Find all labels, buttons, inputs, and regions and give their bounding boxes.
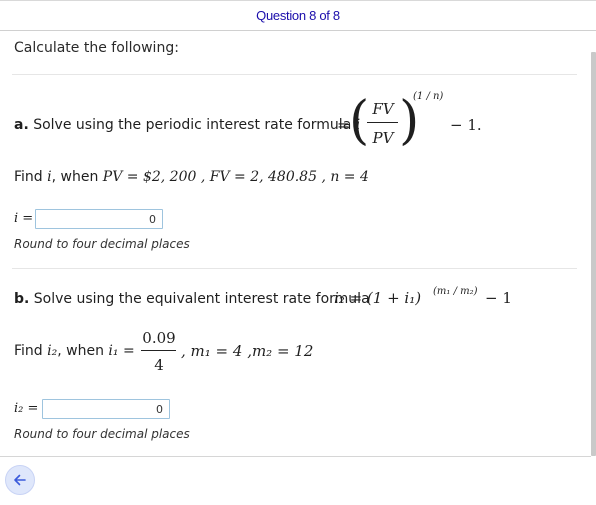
- fraction-numerator: 0.09: [142, 329, 176, 347]
- find-rest: , when: [51, 169, 99, 185]
- answer-a-input[interactable]: 0: [35, 209, 163, 229]
- find-var: i₂: [47, 343, 58, 359]
- top-border: [0, 0, 596, 1]
- fraction-denominator: PV: [372, 129, 394, 147]
- fraction-numerator: FV: [372, 100, 394, 118]
- part-b-text: Solve using the equivalent interest rate…: [33, 291, 370, 307]
- section-divider: [12, 74, 577, 75]
- arrow-left-icon: [14, 474, 26, 486]
- part-a-text: Solve using the periodic interest rate f…: [33, 117, 352, 133]
- round-note-b: Round to four decimal places: [14, 427, 190, 441]
- part-b-prompt: b. Solve using the equivalent interest r…: [14, 291, 370, 307]
- answer-b-input[interactable]: 0: [42, 399, 170, 419]
- given-values: PV = $2, 200 , FV = 2, 480.85 , n = 4: [102, 169, 369, 185]
- part-a-prompt: a. Solve using the periodic interest rat…: [14, 117, 360, 133]
- header-divider: [0, 30, 596, 31]
- answer-a-label: i =: [14, 211, 34, 226]
- find-rest: , when: [57, 343, 104, 359]
- part-b-exponent: (m₁ / m₂): [433, 286, 478, 297]
- footer-divider: [0, 456, 591, 457]
- i1-equals: i₁ =: [108, 343, 135, 359]
- part-a-label: a.: [14, 117, 29, 133]
- question-counter: Question 8 of 8: [256, 8, 340, 23]
- find-text: Find: [14, 169, 43, 185]
- scrollbar[interactable]: [591, 52, 596, 456]
- part-b-tail: − 1: [485, 289, 512, 307]
- given-values: , m₁ = 4 ,m₂ = 12: [181, 342, 314, 360]
- fraction-bar: [367, 122, 398, 123]
- part-b-formula: i₂ = (1 + i₁): [334, 289, 422, 307]
- answer-b-label: i₂ =: [14, 401, 39, 416]
- part-a-equals: =: [337, 116, 350, 134]
- round-note-a: Round to four decimal places: [14, 237, 190, 251]
- part-a-exponent: (1 / n): [413, 91, 444, 102]
- part-b-given: Find i₂, when i₁ =: [14, 343, 135, 359]
- find-text: Find: [14, 343, 43, 359]
- part-a-given: Find i, when PV = $2, 200 , FV = 2, 480.…: [14, 169, 369, 185]
- fraction-denominator: 4: [154, 356, 164, 374]
- fraction-bar: [141, 350, 176, 351]
- part-a-tail: − 1.: [450, 116, 482, 134]
- instructions: Calculate the following:: [14, 40, 179, 56]
- part-b-label: b.: [14, 291, 30, 307]
- section-divider: [12, 268, 577, 269]
- back-button[interactable]: [5, 465, 35, 495]
